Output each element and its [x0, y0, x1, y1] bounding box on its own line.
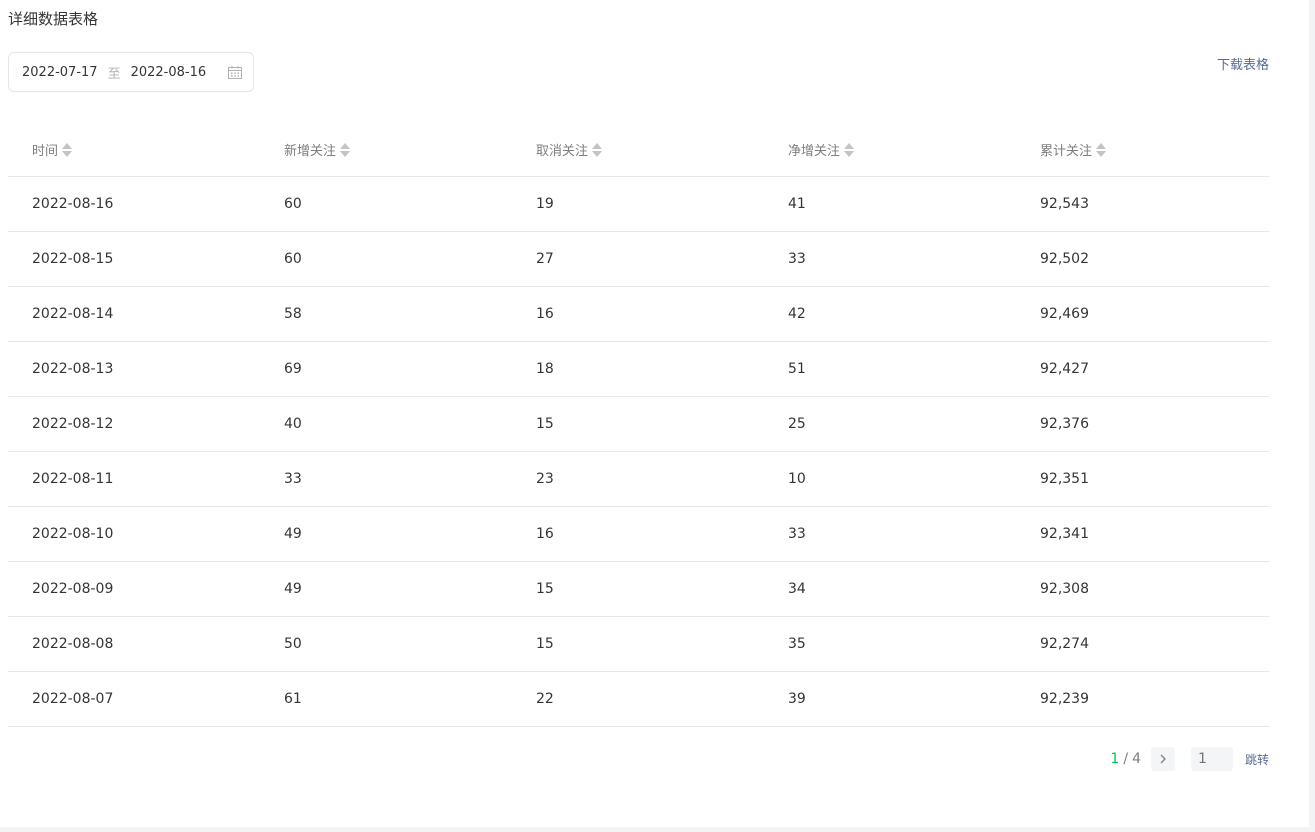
start-date: 2022-07-17	[22, 64, 98, 80]
column-header-label: 净增关注	[788, 144, 841, 160]
table-cell: 2022-08-15	[8, 231, 260, 287]
sort-icon[interactable]	[844, 142, 855, 157]
table-cell: 33	[260, 451, 512, 507]
table-cell: 33	[764, 231, 1016, 287]
table-cell: 92,469	[1016, 286, 1269, 342]
table-cell: 49	[260, 561, 512, 617]
table-cell: 40	[260, 396, 512, 452]
download-table-link[interactable]: 下载表格	[1217, 54, 1269, 73]
table-cell: 15	[512, 616, 764, 672]
current-page: 1	[1110, 751, 1120, 767]
table-cell: 50	[260, 616, 512, 672]
table-cell: 60	[260, 176, 512, 232]
table-cell: 92,308	[1016, 561, 1269, 617]
table-cell: 2022-08-08	[8, 616, 260, 672]
page-jump-input[interactable]	[1190, 747, 1233, 771]
table-cell: 92,543	[1016, 176, 1269, 232]
table-row: 2022-08-13 69 18 51 92,427	[8, 341, 1269, 397]
pagination: 1 / 4 跳转	[1110, 747, 1269, 771]
table-cell: 15	[512, 561, 764, 617]
table-cell: 18	[512, 341, 764, 397]
data-table: 时间 新增关注 取消关注 净增关注 累计关注 2022-08-16 60 19 41 9…	[8, 124, 1269, 727]
table-cell: 61	[260, 671, 512, 727]
table-cell: 2022-08-12	[8, 396, 260, 452]
column-header-unfollows[interactable]: 取消关注	[512, 124, 764, 177]
sort-icon[interactable]	[340, 142, 351, 157]
table-cell: 2022-08-16	[8, 176, 260, 232]
table-cell: 33	[764, 506, 1016, 562]
table-cell: 2022-08-13	[8, 341, 260, 397]
table-cell: 35	[764, 616, 1016, 672]
column-header-new-follows[interactable]: 新增关注	[260, 124, 512, 177]
table-cell: 39	[764, 671, 1016, 727]
table-cell: 92,376	[1016, 396, 1269, 452]
column-header-label: 累计关注	[1040, 144, 1093, 160]
column-header-total-follows[interactable]: 累计关注	[1016, 124, 1269, 177]
table-cell: 2022-08-10	[8, 506, 260, 562]
column-header-label: 新增关注	[284, 144, 337, 160]
table-cell: 92,239	[1016, 671, 1269, 727]
table-row: 2022-08-15 60 27 33 92,502	[8, 231, 1269, 287]
table-row: 2022-08-14 58 16 42 92,469	[8, 286, 1269, 342]
calendar-icon	[228, 66, 242, 79]
table-cell: 92,427	[1016, 341, 1269, 397]
column-header-label: 时间	[32, 144, 59, 160]
column-header-net-follows[interactable]: 净增关注	[764, 124, 1016, 177]
table-cell: 25	[764, 396, 1016, 452]
table-cell: 2022-08-11	[8, 451, 260, 507]
sort-icon[interactable]	[62, 142, 73, 157]
table-cell: 60	[260, 231, 512, 287]
chevron-right-icon	[1160, 754, 1166, 764]
table-cell: 16	[512, 286, 764, 342]
table-cell: 16	[512, 506, 764, 562]
end-date: 2022-08-16	[130, 64, 207, 80]
table-cell: 92,341	[1016, 506, 1269, 562]
section-title: 详细数据表格	[8, 10, 99, 28]
total-pages: 4	[1132, 751, 1141, 767]
table-cell: 58	[260, 286, 512, 342]
table-header-row: 时间 新增关注 取消关注 净增关注 累计关注	[8, 124, 1269, 177]
table-row: 2022-08-12 40 15 25 92,376	[8, 396, 1269, 452]
next-page-button[interactable]	[1150, 747, 1175, 771]
page-separator: /	[1123, 751, 1129, 767]
table-cell: 69	[260, 341, 512, 397]
table-row: 2022-08-07 61 22 39 92,239	[8, 671, 1269, 727]
sort-icon[interactable]	[1096, 142, 1107, 157]
date-range-picker[interactable]: 2022-07-17 至 2022-08-16	[8, 52, 254, 92]
table-row: 2022-08-11 33 23 10 92,351	[8, 451, 1269, 507]
page: 详细数据表格 2022-07-17 至 2022-08-16 下载表格 时间 新…	[0, 0, 1315, 832]
scrollbar-track	[1309, 0, 1315, 832]
jump-button[interactable]: 跳转	[1245, 751, 1269, 768]
bottom-divider	[0, 827, 1315, 832]
table-cell: 49	[260, 506, 512, 562]
sort-icon[interactable]	[592, 142, 603, 157]
table-cell: 15	[512, 396, 764, 452]
table-cell: 10	[764, 451, 1016, 507]
column-header-label: 取消关注	[536, 144, 589, 160]
table-body: 2022-08-16 60 19 41 92,543 2022-08-15 60 27 33 92…	[8, 176, 1269, 727]
table-cell: 2022-08-07	[8, 671, 260, 727]
table-row: 2022-08-09 49 15 34 92,308	[8, 561, 1269, 617]
table-row: 2022-08-08 50 15 35 92,274	[8, 616, 1269, 672]
table-cell: 2022-08-14	[8, 286, 260, 342]
table-cell: 42	[764, 286, 1016, 342]
table-row: 2022-08-10 49 16 33 92,341	[8, 506, 1269, 562]
table-row: 2022-08-16 60 19 41 92,543	[8, 176, 1269, 232]
table-cell: 22	[512, 671, 764, 727]
table-cell: 19	[512, 176, 764, 232]
date-separator: 至	[107, 66, 121, 82]
table-cell: 51	[764, 341, 1016, 397]
column-header-time[interactable]: 时间	[8, 124, 260, 177]
table-cell: 92,274	[1016, 616, 1269, 672]
table-cell: 23	[512, 451, 764, 507]
table-cell: 41	[764, 176, 1016, 232]
table-cell: 2022-08-09	[8, 561, 260, 617]
table-cell: 92,351	[1016, 451, 1269, 507]
table-cell: 34	[764, 561, 1016, 617]
table-cell: 92,502	[1016, 231, 1269, 287]
table-cell: 27	[512, 231, 764, 287]
